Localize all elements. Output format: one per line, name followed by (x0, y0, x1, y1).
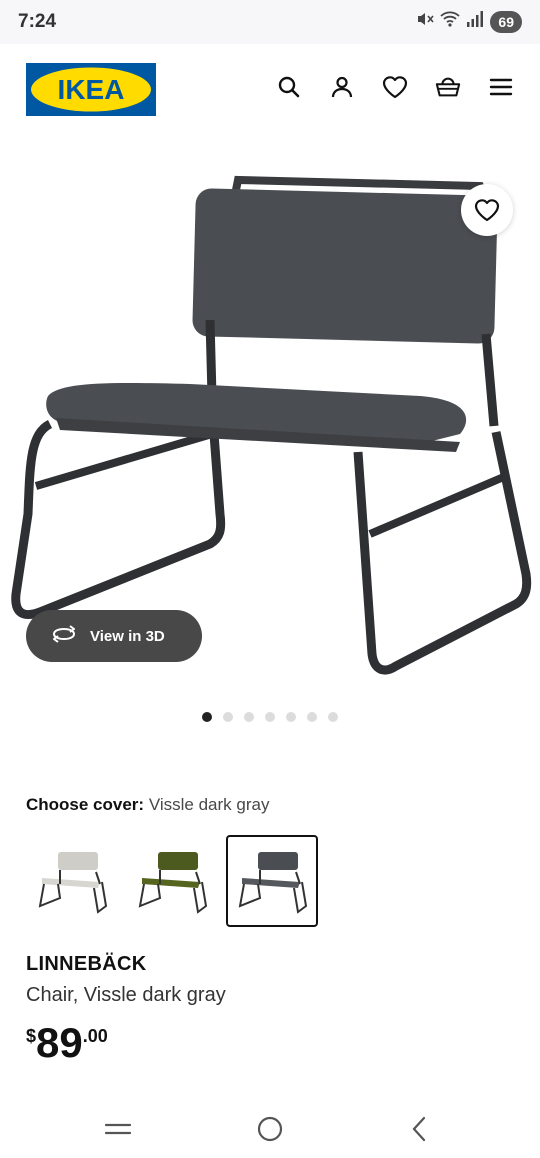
menu-icon[interactable] (488, 74, 514, 100)
cover-swatches (26, 835, 318, 927)
carousel-dot[interactable] (202, 712, 212, 722)
product-price: $ 89 .00 (26, 1020, 108, 1066)
cover-option-green[interactable] (126, 835, 218, 927)
cover-option-light-gray[interactable] (26, 835, 118, 927)
status-bar: 7:24 69 (0, 0, 540, 44)
ikea-logo[interactable]: IKEA (26, 63, 156, 116)
chair-thumbnail (238, 852, 308, 914)
battery-indicator: 69 (490, 10, 522, 33)
cover-selected-value: Vissle dark gray (148, 795, 270, 814)
carousel-dot[interactable] (328, 712, 338, 722)
heart-icon (474, 199, 500, 222)
app-header: IKEA (0, 44, 540, 134)
mute-icon (416, 10, 435, 33)
back-icon (412, 1116, 426, 1142)
search-icon[interactable] (276, 74, 302, 100)
product-name[interactable]: LINNEBÄCK (26, 953, 146, 976)
back-button[interactable] (403, 1112, 437, 1146)
carousel-dot[interactable] (223, 712, 233, 722)
home-button[interactable] (253, 1112, 287, 1146)
product-description: Chair, Vissle dark gray (26, 984, 226, 1006)
header-actions (276, 74, 514, 100)
status-icons: 69 (416, 10, 522, 33)
add-to-favorites-button[interactable] (461, 184, 513, 236)
cover-label-title: Choose cover: (26, 795, 145, 814)
carousel-dots (202, 712, 338, 722)
wifi-icon (440, 10, 461, 33)
price-decimal: .00 (82, 1026, 108, 1046)
carousel-dot[interactable] (244, 712, 254, 722)
cover-option-dark-gray[interactable] (226, 835, 318, 927)
cover-selector-label: Choose cover: Vissle dark gray (26, 795, 269, 815)
home-icon (257, 1116, 283, 1142)
heart-icon[interactable] (382, 74, 408, 100)
chair-thumbnail (138, 852, 208, 914)
basket-icon[interactable] (435, 74, 461, 100)
carousel-dot[interactable] (265, 712, 275, 722)
system-nav-bar (0, 1100, 540, 1158)
user-icon[interactable] (329, 74, 355, 100)
recent-apps-icon (104, 1123, 132, 1135)
chair-thumbnail (38, 852, 108, 914)
logo-text: IKEA (58, 74, 125, 105)
carousel-dot[interactable] (286, 712, 296, 722)
status-time: 7:24 (18, 11, 57, 32)
price-currency: $ (26, 1026, 37, 1046)
recent-apps-button[interactable] (101, 1112, 135, 1146)
carousel-dot[interactable] (307, 712, 317, 722)
view-in-3d-button[interactable]: View in 3D (26, 610, 202, 662)
rotate-3d-icon (50, 624, 78, 648)
signal-icon (466, 10, 484, 33)
view-in-3d-label: View in 3D (90, 627, 165, 645)
price-integer: 89 (36, 1019, 83, 1066)
